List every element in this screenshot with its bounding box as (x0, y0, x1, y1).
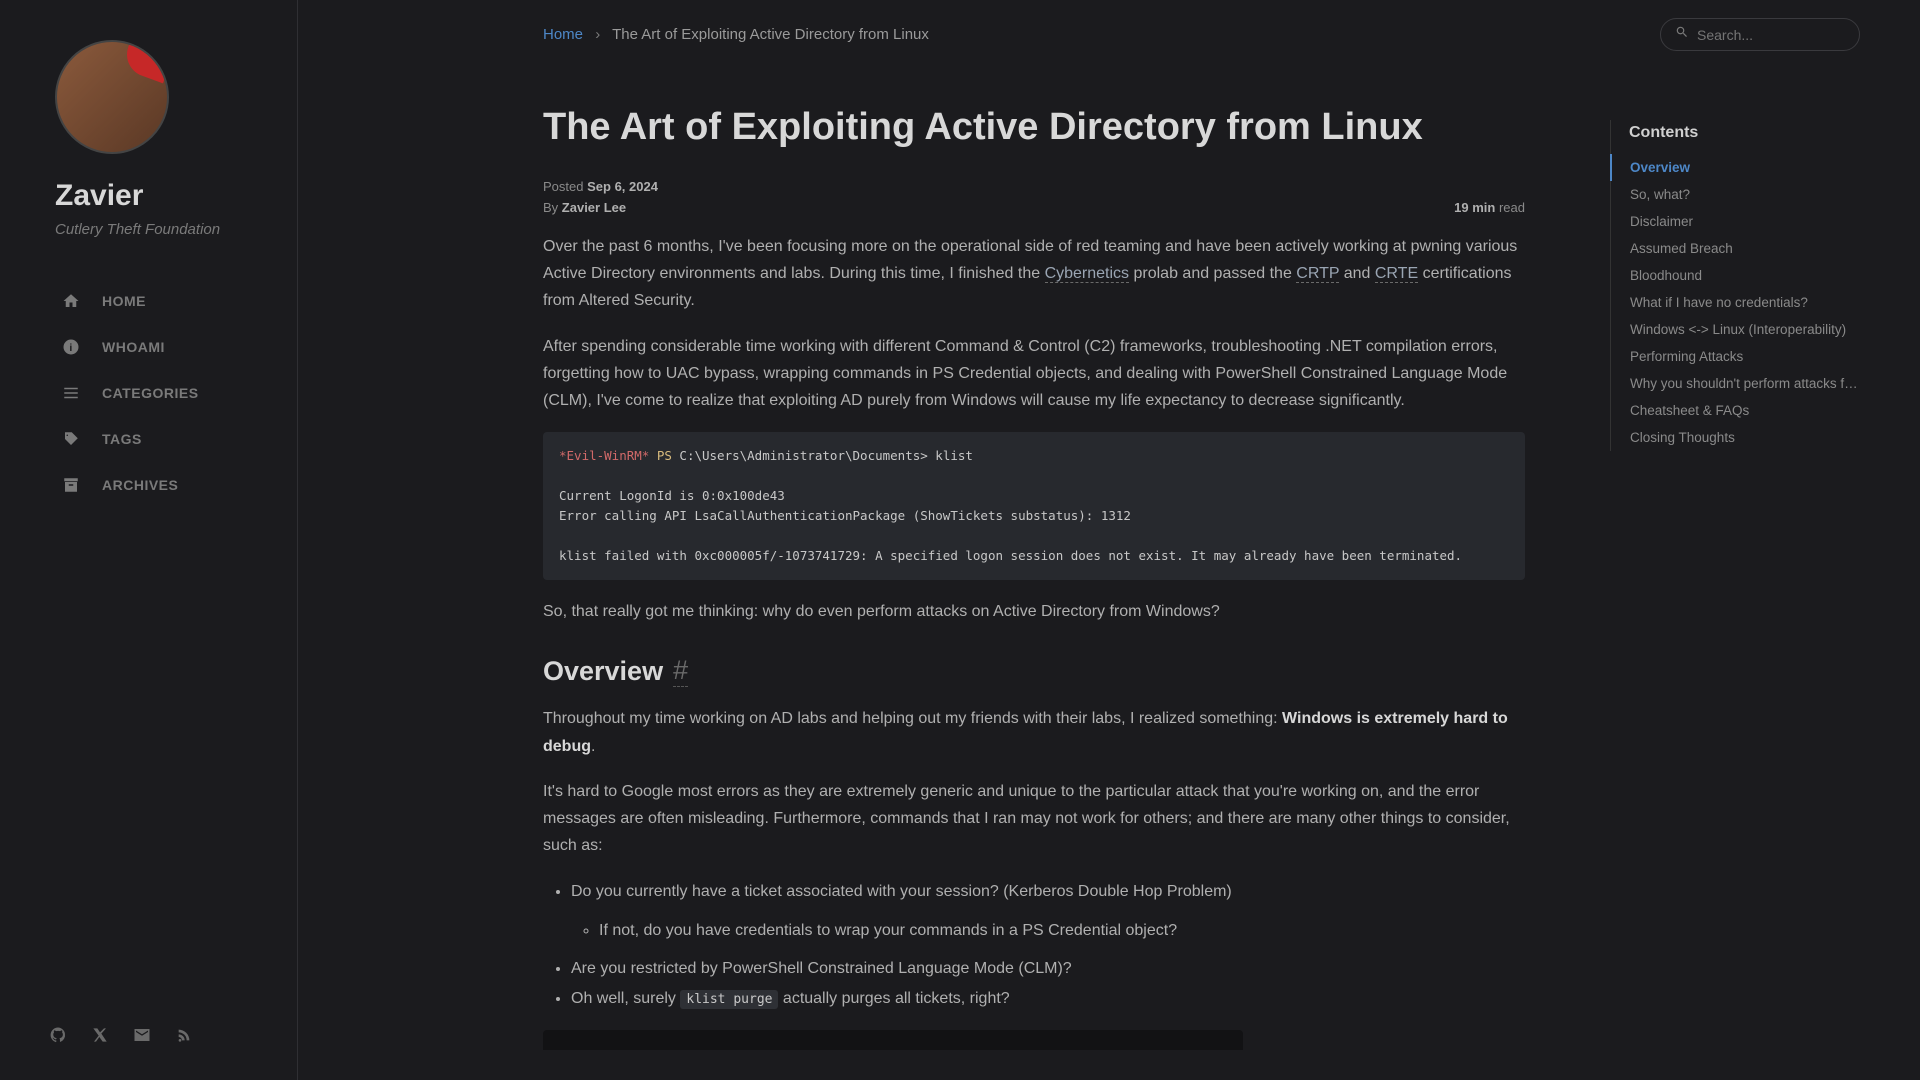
nav-tags[interactable]: TAGS (0, 416, 297, 462)
list-item: Do you currently have a ticket associate… (571, 877, 1525, 907)
mail-icon[interactable] (132, 1025, 152, 1045)
toc-title: Contents (1611, 120, 1860, 154)
nav-categories[interactable]: CATEGORIES (0, 370, 297, 416)
inline-code: klist purge (680, 990, 778, 1009)
author-name: Zavier Lee (562, 200, 626, 215)
sidebar: Zavier Cutlery Theft Foundation HOME i W… (0, 0, 298, 1080)
search-input[interactable] (1697, 27, 1845, 43)
meta-author-row: By Zavier Lee 19 min read (543, 200, 1525, 215)
chevron-right-icon: › (595, 26, 600, 43)
read-label: read (1495, 200, 1525, 215)
site-subtitle: Cutlery Theft Foundation (55, 221, 297, 238)
meta-posted-row: Posted Sep 6, 2024 (543, 179, 1525, 194)
list-icon (60, 382, 82, 404)
by-label: By (543, 200, 558, 215)
posted-label: Posted (543, 179, 583, 194)
paragraph: Throughout my time working on AD labs an… (543, 705, 1525, 759)
toc-item[interactable]: Cheatsheet & FAQs (1610, 397, 1860, 424)
toc-item[interactable]: So, what? (1610, 181, 1860, 208)
nav-label: HOME (102, 293, 146, 309)
main: Home › The Art of Exploiting Active Dire… (298, 0, 1920, 1080)
paragraph: Over the past 6 months, I've been focusi… (543, 233, 1525, 315)
avatar[interactable] (55, 40, 169, 154)
paragraph: After spending considerable time working… (543, 333, 1525, 415)
breadcrumb: Home › The Art of Exploiting Active Dire… (543, 26, 929, 43)
avatar-wrap (55, 40, 297, 154)
nav-whoami[interactable]: i WHOAMI (0, 324, 297, 370)
social-row (0, 1025, 297, 1060)
read-time: 19 min (1454, 200, 1495, 215)
toc-item[interactable]: Bloodhound (1610, 262, 1860, 289)
bullet-list: Do you currently have a ticket associate… (571, 877, 1525, 1015)
toc-item[interactable]: Why you shouldn't perform attacks fro… (1610, 370, 1860, 397)
topbar: Home › The Art of Exploiting Active Dire… (298, 18, 1920, 51)
page-title: The Art of Exploiting Active Directory f… (543, 106, 1525, 149)
heading-overview: Overview # (543, 655, 1525, 687)
search-icon (1675, 25, 1689, 44)
search-box[interactable] (1660, 18, 1860, 51)
nav-label: ARCHIVES (102, 477, 178, 493)
post-date: Sep 6, 2024 (587, 179, 658, 194)
breadcrumb-home[interactable]: Home (543, 26, 583, 43)
toc-item[interactable]: What if I have no credentials? (1610, 289, 1860, 316)
x-twitter-icon[interactable] (90, 1025, 110, 1045)
list-item: Oh well, surely klist purge actually pur… (571, 984, 1525, 1014)
home-icon (60, 290, 82, 312)
github-icon[interactable] (48, 1025, 68, 1045)
code-block: *Evil-WinRM* PS C:\Users\Administrator\D… (543, 432, 1525, 580)
site-title[interactable]: Zavier (55, 179, 297, 213)
list-item: If not, do you have credentials to wrap … (599, 916, 1525, 946)
paragraph: It's hard to Google most errors as they … (543, 778, 1525, 860)
svg-text:i: i (69, 342, 72, 354)
toc-item[interactable]: Overview (1610, 154, 1860, 181)
archive-icon (60, 474, 82, 496)
breadcrumb-current: The Art of Exploiting Active Directory f… (612, 26, 929, 43)
toc-item[interactable]: Windows <-> Linux (Interoperability) (1610, 316, 1860, 343)
tag-icon (60, 428, 82, 450)
toc-item[interactable]: Assumed Breach (1610, 235, 1860, 262)
primary-nav: HOME i WHOAMI CATEGORIES TAGS ARCHIVES (0, 278, 297, 1025)
link-crtp[interactable]: CRTP (1296, 265, 1339, 283)
toc-item[interactable]: Closing Thoughts (1610, 424, 1860, 451)
list-item: Are you restricted by PowerShell Constra… (571, 954, 1525, 984)
table-of-contents: Contents OverviewSo, what?DisclaimerAssu… (1610, 120, 1860, 451)
rss-icon[interactable] (174, 1025, 194, 1045)
nav-archives[interactable]: ARCHIVES (0, 462, 297, 508)
image-placeholder (543, 1030, 1243, 1050)
nav-home[interactable]: HOME (0, 278, 297, 324)
nav-label: TAGS (102, 431, 142, 447)
link-cybernetics[interactable]: Cybernetics (1045, 265, 1129, 283)
anchor-hash-icon[interactable]: # (673, 655, 688, 687)
toc-item[interactable]: Disclaimer (1610, 208, 1860, 235)
nav-label: WHOAMI (102, 339, 165, 355)
paragraph: So, that really got me thinking: why do … (543, 598, 1525, 625)
link-crte[interactable]: CRTE (1375, 265, 1418, 283)
nav-label: CATEGORIES (102, 385, 199, 401)
info-icon: i (60, 336, 82, 358)
toc-item[interactable]: Performing Attacks (1610, 343, 1860, 370)
